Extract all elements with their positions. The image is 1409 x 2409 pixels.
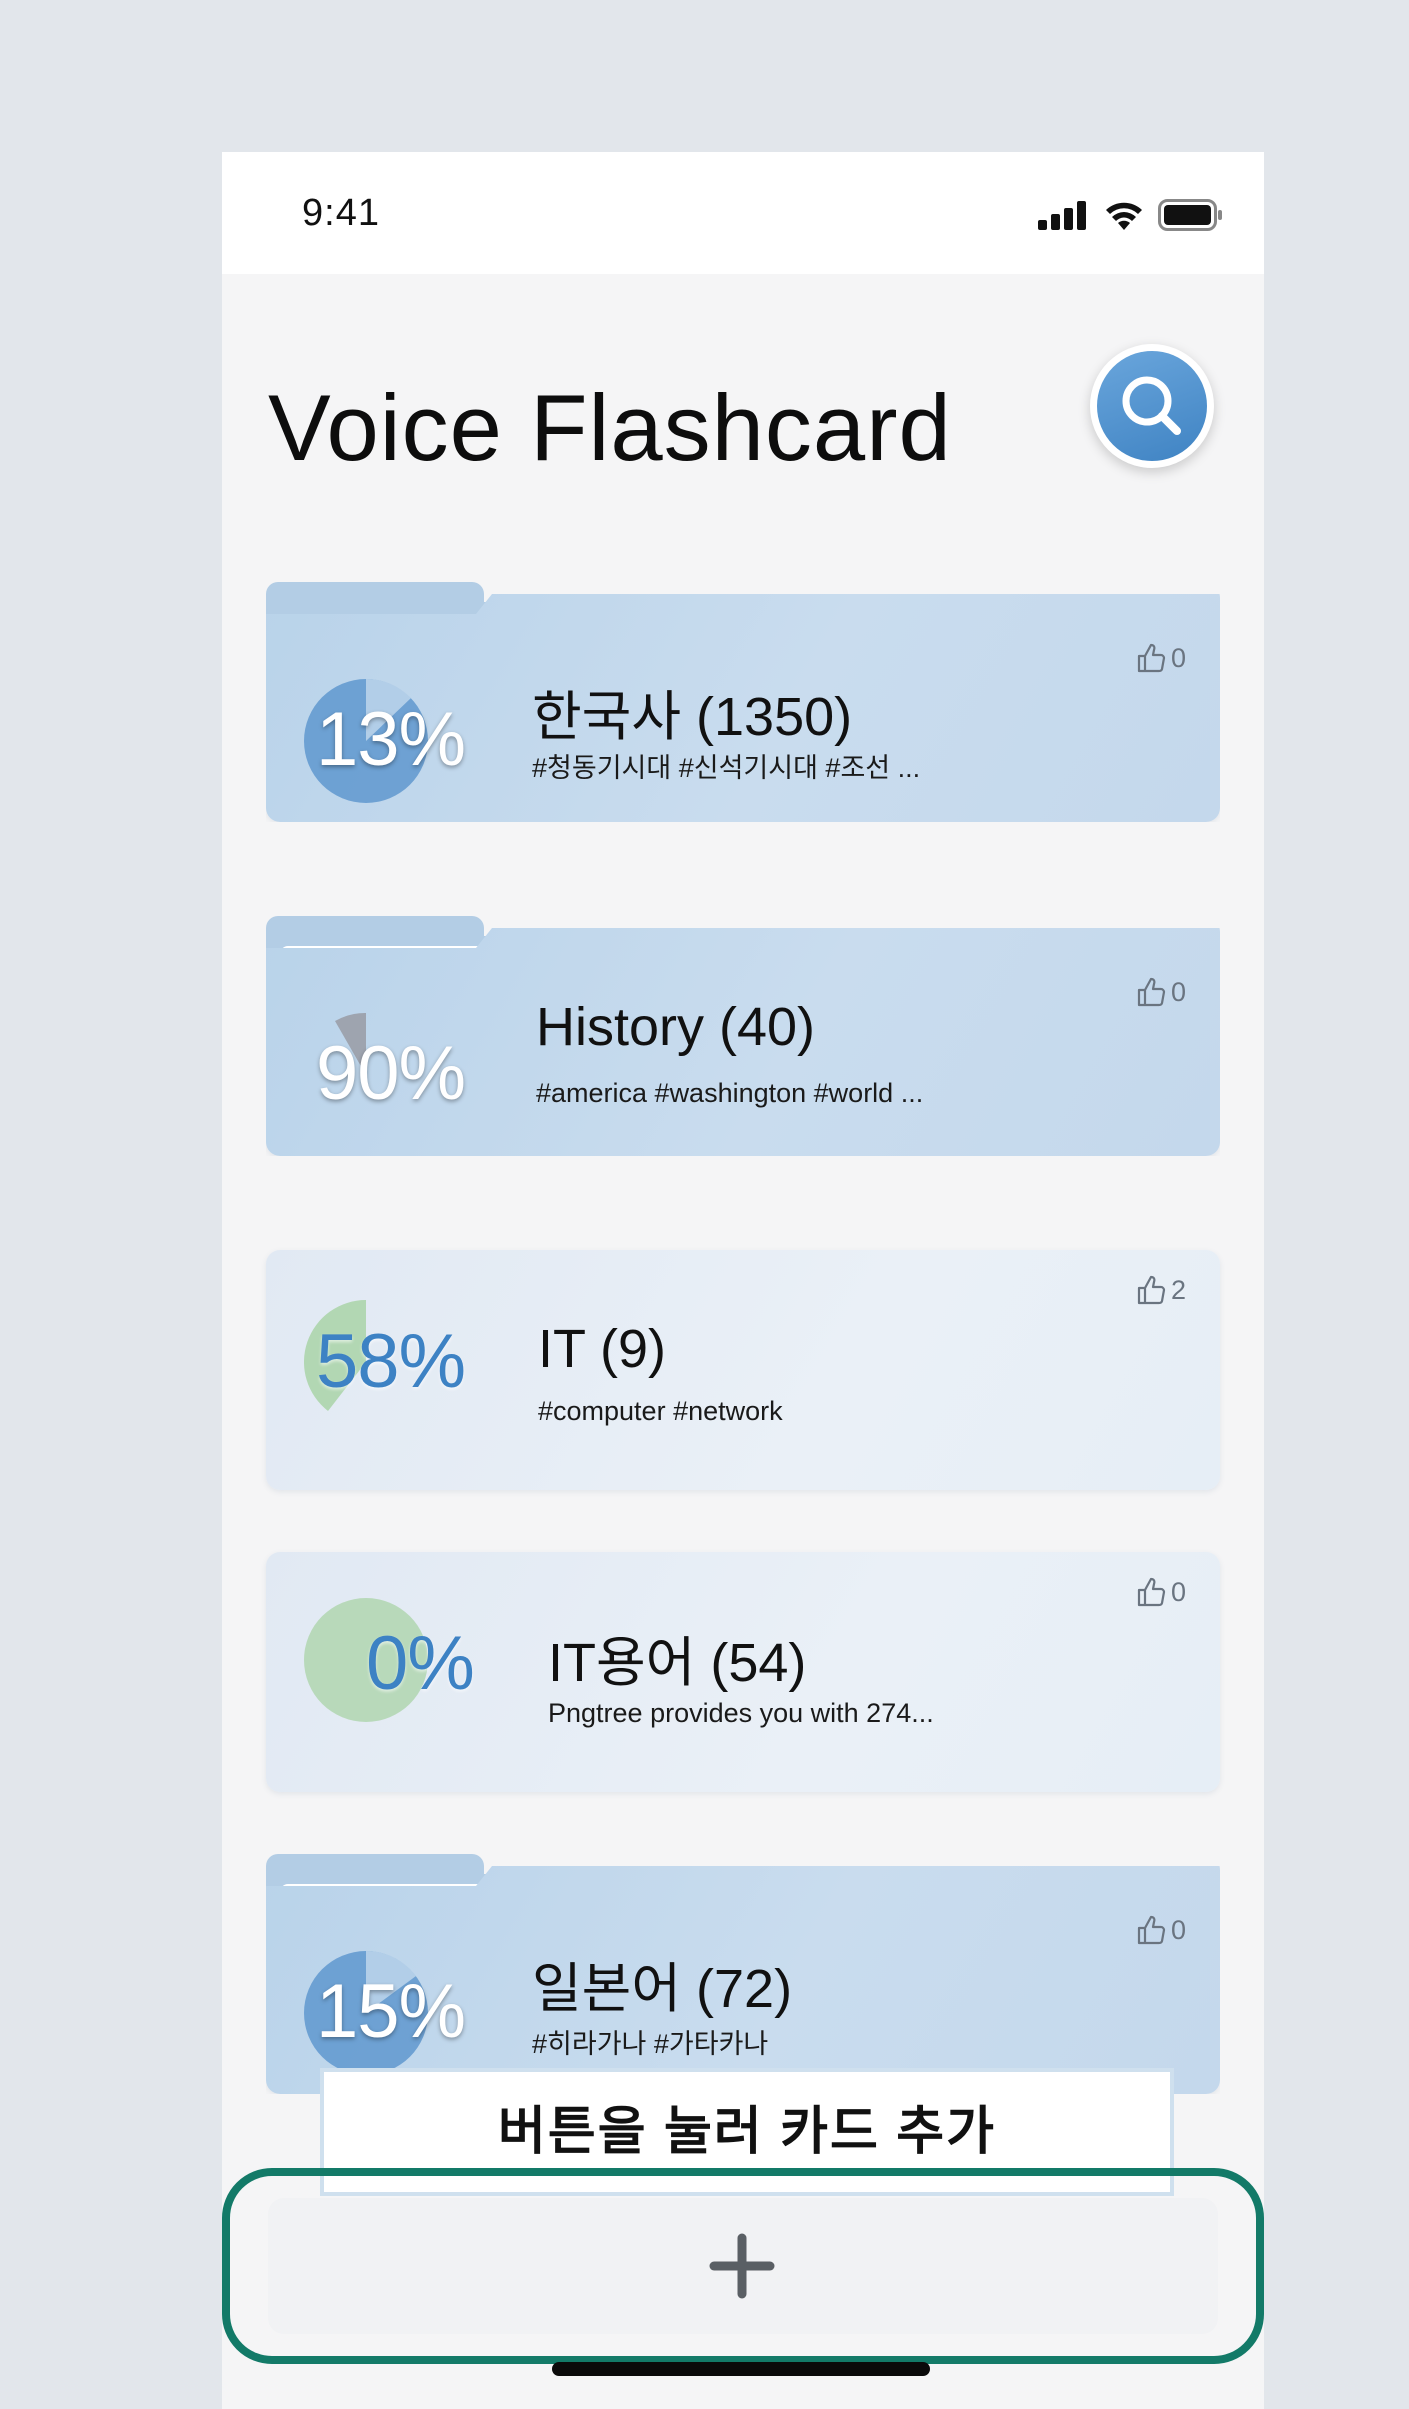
status-icons: [1038, 198, 1224, 232]
progress-label: 15%: [316, 1969, 466, 2054]
deck-tags: #히라가나 #가타카나: [532, 2029, 769, 2059]
deck-tags: #computer #network: [538, 1396, 783, 1426]
battery-icon: [1158, 199, 1222, 231]
progress-label: 58%: [316, 1319, 466, 1404]
progress-label: 90%: [316, 1031, 466, 1116]
deck-card[interactable]: 0% IT용어 (54) Pngtree provides you with 2…: [266, 1552, 1220, 1792]
deck-card[interactable]: 13% 한국사 (1350) #청동기시대 #신석기시대 #조선 ... 0: [266, 582, 1220, 822]
wifi-icon: [1106, 202, 1142, 230]
like-count: 0: [1170, 1576, 1186, 1607]
like-counter[interactable]: 0: [1135, 976, 1186, 1008]
like-count: 0: [1170, 1914, 1186, 1945]
progress-label: 13%: [316, 697, 466, 782]
like-count: 0: [1170, 976, 1186, 1007]
deck-tags: #청동기시대 #신석기시대 #조선 ...: [532, 753, 921, 783]
like-counter[interactable]: 0: [1135, 1576, 1186, 1608]
search-button[interactable]: [1090, 344, 1214, 468]
thumbs-up-icon: [1137, 1275, 1166, 1305]
thumbs-up-icon: [1137, 643, 1166, 673]
deck-title: History (40): [536, 997, 816, 1057]
card-body: 13% 한국사 (1350) #청동기시대 #신석기시대 #조선 ... 0: [266, 594, 1220, 822]
deck-card[interactable]: 15% 일본어 (72) #히라가나 #가타카나 0: [266, 1854, 1220, 2094]
deck-card[interactable]: 58% IT (9) #computer #network 2: [266, 1250, 1220, 1490]
status-bar: 9:41: [222, 152, 1264, 274]
page-title: Voice Flashcard: [268, 375, 952, 480]
signal-icon: [1038, 201, 1086, 230]
deck-title: 일본어 (72): [532, 1959, 793, 2019]
card-body: 15% 일본어 (72) #히라가나 #가타카나 0: [266, 1866, 1220, 2094]
card-body: 58% IT (9) #computer #network 2: [266, 1250, 1220, 1490]
deck-title: 한국사 (1350): [532, 687, 853, 747]
like-count: 0: [1170, 642, 1186, 673]
progress-label: 0%: [366, 1621, 475, 1706]
like-counter[interactable]: 0: [1135, 642, 1186, 674]
like-counter[interactable]: 2: [1135, 1274, 1186, 1306]
thumbs-up-icon: [1137, 977, 1166, 1007]
like-counter[interactable]: 0: [1135, 1914, 1186, 1946]
card-body: 0% IT용어 (54) Pngtree provides you with 2…: [266, 1552, 1220, 1792]
deck-title: IT (9): [538, 1319, 667, 1379]
status-time: 9:41: [302, 192, 380, 234]
deck-tags: Pngtree provides you with 274...: [548, 1698, 934, 1728]
like-count: 2: [1170, 1274, 1186, 1305]
search-icon: [1122, 376, 1181, 435]
app-screen: 9:41 Voice Flashcard 13% 한국사 (1350) #청동기…: [222, 152, 1264, 2409]
plus-icon: [709, 2233, 775, 2299]
thumbs-up-icon: [1137, 1577, 1166, 1607]
add-card-button[interactable]: [268, 2198, 1218, 2334]
thumbs-up-icon: [1137, 1915, 1166, 1945]
deck-tags: #america #washington #world ...: [536, 1078, 924, 1108]
card-body: 90% History (40) #america #washington #w…: [266, 928, 1220, 1156]
deck-card[interactable]: 90% History (40) #america #washington #w…: [266, 916, 1220, 1156]
home-indicator: [552, 2362, 930, 2376]
deck-title: IT용어 (54): [548, 1633, 807, 1693]
